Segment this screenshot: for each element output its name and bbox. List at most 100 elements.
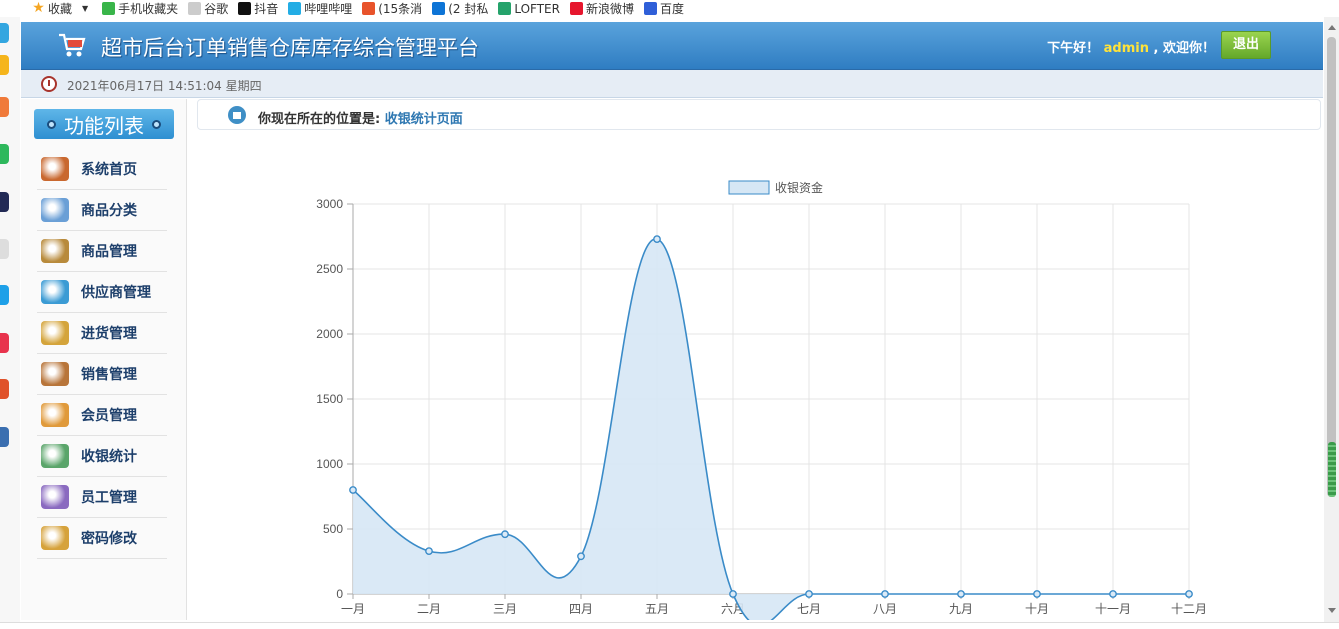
status-line xyxy=(0,622,1339,629)
douyin-icon xyxy=(238,2,252,15)
bookmark-item[interactable]: 谷歌 xyxy=(188,0,228,17)
cash-chart: 050010001500200025003000一月 二月 三月 四月 五月 六月 七月 八月… xyxy=(316,180,1207,620)
series-area xyxy=(353,239,1189,620)
data-point xyxy=(729,590,737,598)
breadcrumb-location[interactable]: 收银统计页面 xyxy=(385,112,463,127)
bookmark-label: (2 封私 xyxy=(448,2,489,16)
menu-item[interactable]: 密码修改 xyxy=(37,518,167,559)
side-app-icon[interactable] xyxy=(0,427,9,447)
scroll-up-icon[interactable] xyxy=(1328,25,1336,30)
purchase-icon xyxy=(41,321,69,345)
page-scrollbar[interactable] xyxy=(1324,17,1339,629)
scroll-indicator xyxy=(1328,442,1336,497)
side-app-icon[interactable] xyxy=(0,285,9,305)
bookmark-item[interactable]: 哔哩哔哩 xyxy=(288,0,352,17)
menu-item[interactable]: 商品管理 xyxy=(37,231,167,272)
function-menu: 功能列表 系统首页商品分类商品管理 供应商管理进货管理销售管理 会员管理收银统计员工… xyxy=(21,99,187,620)
house-icon xyxy=(41,157,69,181)
weibo-icon xyxy=(569,2,583,15)
bookmark-label: 谷歌 xyxy=(204,2,229,16)
menu-title-label: 功能列表 xyxy=(64,113,144,138)
zhihu-icon xyxy=(432,2,446,15)
data-point xyxy=(881,590,889,598)
menu-item-label: 密码修改 xyxy=(81,531,137,547)
members-icon xyxy=(41,403,69,427)
data-point xyxy=(957,590,965,598)
phone-icon xyxy=(102,2,116,15)
menu-item-label: 商品分类 xyxy=(81,203,137,219)
browser-side-strip xyxy=(0,17,20,629)
bookmarks-bar: ★ 收藏 ▼ 手机收藏夹 谷歌 抖音 哔哩哔哩 (15条消 (2 封私 LOFTER 新浪微博 百度 xyxy=(0,0,1339,17)
bookmark-label: 抖音 xyxy=(254,2,279,16)
legend-label: 收银资金 xyxy=(775,180,823,195)
y-tick-label: 3000 xyxy=(316,197,343,211)
menu-title: 功能列表 xyxy=(34,109,174,139)
bookmark-item[interactable]: 抖音 xyxy=(238,0,278,17)
x-tick-label: 五月 xyxy=(645,602,669,616)
breadcrumb-text: 你现在所在的位置是: 收银统计页面 xyxy=(258,108,463,127)
x-tick-label: 七月 xyxy=(797,602,821,616)
bookmark-item[interactable]: LOFTER xyxy=(498,2,560,16)
menu-list: 系统首页商品分类商品管理 供应商管理进货管理销售管理 会员管理收银统计员工管理密码修… xyxy=(37,149,167,559)
data-point xyxy=(1109,590,1117,598)
side-app-icon[interactable] xyxy=(0,144,9,164)
y-tick-label: 1000 xyxy=(316,457,343,471)
username: admin xyxy=(1103,41,1149,56)
y-tick-label: 0 xyxy=(336,587,343,601)
side-app-icon[interactable] xyxy=(0,23,9,43)
menu-item[interactable]: 进货管理 xyxy=(37,313,167,354)
greeting: 下午好！ admin , 欢迎你！ xyxy=(1047,37,1215,56)
menu-item[interactable]: 收银统计 xyxy=(37,436,167,477)
bookmark-item[interactable]: ★ 收藏 ▼ xyxy=(32,0,92,17)
shopping-cart-icon xyxy=(59,33,86,57)
side-app-icon[interactable] xyxy=(0,192,9,212)
data-point xyxy=(653,235,661,244)
x-tick-label: 十月 xyxy=(1025,602,1049,616)
menu-item[interactable]: 会员管理 xyxy=(37,395,167,436)
star-icon: ★ xyxy=(32,0,45,16)
scroll-down-icon[interactable] xyxy=(1328,608,1336,613)
x-tick-label: 九月 xyxy=(949,602,973,616)
legend-swatch xyxy=(728,180,770,195)
category-icon xyxy=(41,198,69,222)
data-point xyxy=(1033,590,1041,598)
bookmark-item[interactable]: (2 封私 xyxy=(432,0,488,17)
menu-item[interactable]: 商品分类 xyxy=(37,190,167,231)
data-point xyxy=(349,486,357,494)
side-app-icon[interactable] xyxy=(0,333,9,353)
bilibili-icon xyxy=(288,2,302,15)
menu-item-label: 系统首页 xyxy=(81,162,137,178)
scroll-thumb[interactable] xyxy=(1327,37,1336,497)
menu-item-label: 收银统计 xyxy=(81,449,137,465)
greeting-prefix: 下午好！ xyxy=(1047,41,1100,56)
side-app-icon[interactable] xyxy=(0,239,9,259)
page-icon xyxy=(188,2,202,15)
menu-item[interactable]: 员工管理 xyxy=(37,477,167,518)
x-tick-label: 十一月 xyxy=(1095,602,1131,616)
menu-item-label: 员工管理 xyxy=(81,490,137,506)
y-tick-label: 2500 xyxy=(316,262,343,276)
bookmark-item[interactable]: 新浪微博 xyxy=(569,0,634,17)
bookmark-item[interactable]: 百度 xyxy=(644,0,684,17)
menu-item[interactable]: 销售管理 xyxy=(37,354,167,395)
bookmark-item[interactable]: (15条消 xyxy=(362,0,422,17)
side-app-icon[interactable] xyxy=(0,379,9,399)
menu-item[interactable]: 供应商管理 xyxy=(37,272,167,313)
date-bar: 2021年06月17日 14:51:04 星期四 xyxy=(21,70,1323,98)
bookmark-item[interactable]: 手机收藏夹 xyxy=(102,0,178,17)
y-tick-label: 500 xyxy=(323,522,343,536)
bookmark-label: (15条消 xyxy=(378,2,423,16)
password-icon xyxy=(41,526,69,550)
home-icon xyxy=(228,106,246,124)
admin-app: 超市后台订单销售仓库库存综合管理平台 下午好！ admin , 欢迎你！ 退出 … xyxy=(21,22,1323,620)
greeting-suffix: , 欢迎你！ xyxy=(1153,41,1215,56)
menu-item[interactable]: 系统首页 xyxy=(37,149,167,190)
side-app-icon[interactable] xyxy=(0,55,9,75)
y-tick-label: 2000 xyxy=(316,327,343,341)
bookmark-label: 百度 xyxy=(660,2,685,16)
menu-item-label: 进货管理 xyxy=(81,326,137,342)
current-datetime: 2021年06月17日 14:51:04 星期四 xyxy=(67,79,262,93)
side-app-icon[interactable] xyxy=(0,97,9,117)
logout-button[interactable]: 退出 xyxy=(1221,31,1271,59)
chevron-down-icon[interactable]: ▼ xyxy=(82,4,88,13)
